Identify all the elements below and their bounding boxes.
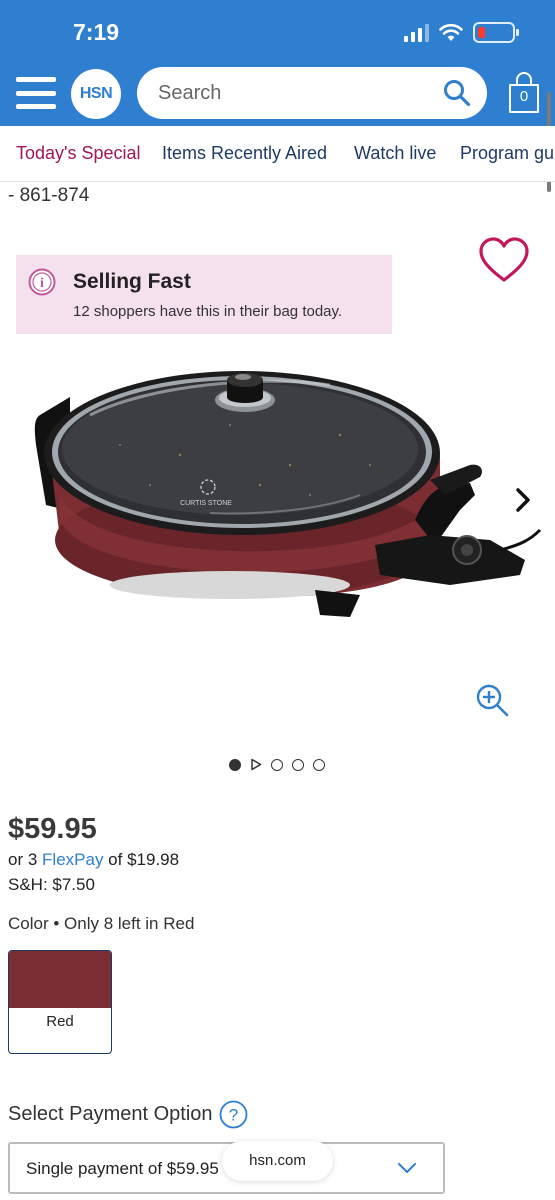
app-header: 7:19 HSN 0 — [0, 0, 555, 126]
flexpay-suffix: of $19.98 — [103, 850, 180, 869]
search-input[interactable] — [158, 81, 443, 105]
item-number: - 861-874 — [8, 185, 90, 206]
flexpay-text: or 3 FlexPay of $19.98 — [8, 850, 179, 870]
selling-fast-banner: i Selling Fast 12 shoppers have this in … — [16, 255, 392, 334]
selling-fast-subtitle: 12 shoppers have this in their bag today… — [73, 303, 343, 320]
chevron-down-icon — [398, 1163, 416, 1173]
nav-items-recently-aired[interactable]: Items Recently Aired — [162, 143, 327, 164]
help-icon[interactable]: ? — [219, 1100, 248, 1129]
svg-text:?: ? — [228, 1106, 237, 1125]
nav-program-guide[interactable]: Program gu — [460, 143, 554, 164]
nav-todays-special[interactable]: Today's Special — [16, 143, 141, 164]
hamburger-icon[interactable] — [16, 77, 56, 109]
search-bar[interactable] — [137, 67, 487, 119]
carousel-dots — [229, 758, 325, 771]
product-image[interactable]: CURTIS STONE — [30, 345, 545, 640]
play-icon[interactable] — [250, 758, 262, 771]
status-time: 7:19 — [73, 19, 120, 45]
carousel-dot[interactable] — [313, 758, 325, 771]
svg-text:i: i — [40, 276, 44, 291]
logo-text: HSN — [79, 85, 113, 102]
info-icon: i — [28, 268, 56, 296]
wifi-icon — [439, 23, 463, 41]
payment-option-value: Single payment of $59.95 — [26, 1159, 219, 1178]
search-icon[interactable] — [443, 79, 471, 107]
chevron-right-icon[interactable] — [510, 485, 536, 515]
selling-fast-title: Selling Fast — [73, 270, 191, 293]
flexpay-link[interactable]: FlexPay — [42, 850, 103, 869]
shipping-cost: S&H: $7.50 — [8, 875, 95, 894]
cellular-signal-icon — [404, 23, 429, 42]
color-swatch-red[interactable]: Red — [8, 950, 112, 1054]
payment-option-label: Select Payment Option ? — [8, 1100, 248, 1129]
product-price: $59.95 — [8, 813, 97, 845]
heart-icon[interactable] — [478, 236, 530, 284]
browser-url-bar[interactable]: hsn.com — [222, 1141, 333, 1181]
swatch-color — [9, 951, 111, 1008]
flexpay-prefix: or 3 — [8, 850, 43, 869]
swatch-label: Red — [46, 1013, 74, 1030]
carousel-dot[interactable] — [292, 758, 304, 771]
color-label: Color • Only 8 left in Red — [8, 914, 195, 933]
cart-count: 0 — [519, 88, 529, 105]
status-icons — [404, 22, 519, 43]
battery-icon — [473, 22, 519, 43]
hsn-logo[interactable]: HSN — [71, 69, 121, 119]
zoom-in-icon[interactable] — [474, 682, 510, 718]
nav-bar: Today's Special Items Recently Aired Wat… — [0, 126, 555, 182]
nav-watch-live[interactable]: Watch live — [354, 143, 436, 164]
shopping-bag-icon[interactable]: 0 — [506, 72, 542, 114]
carousel-dot[interactable] — [271, 758, 283, 771]
brand-text: CURTIS STONE — [180, 500, 232, 507]
payment-option-text: Select Payment Option — [8, 1103, 213, 1125]
carousel-dot[interactable] — [229, 758, 241, 771]
